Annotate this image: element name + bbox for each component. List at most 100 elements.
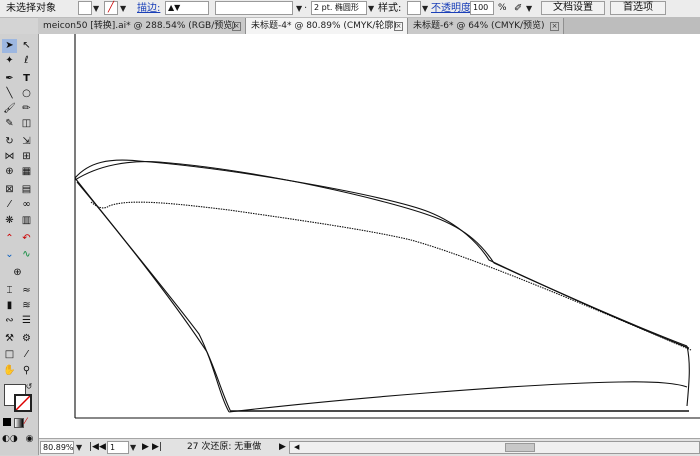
- ship-hull-outline: [74, 34, 700, 419]
- stern-line: [686, 345, 690, 407]
- eraser-tool-icon[interactable]: ◫: [19, 117, 34, 131]
- stroke-label[interactable]: 描边:: [137, 0, 160, 17]
- scissors-tool-icon[interactable]: ⚙: [19, 332, 34, 346]
- opacity-label[interactable]: 不透明度:: [431, 0, 474, 17]
- none-slash-icon: [16, 396, 30, 410]
- curvature-tool-icon[interactable]: ↶: [19, 232, 34, 246]
- line-tool-icon[interactable]: ╲: [2, 87, 17, 101]
- tab-untitled-6[interactable]: 未标题-6* @ 64% (CMYK/预览) ×: [408, 18, 564, 34]
- tab-label: 未标题-4* @ 80.89% (CMYK/轮廓): [251, 21, 397, 31]
- convert-anchor-tool-icon[interactable]: ⌄: [2, 248, 17, 262]
- pen-tool-icon[interactable]: ✒: [2, 72, 17, 86]
- style-dropdown-icon[interactable]: ▼: [422, 0, 428, 17]
- selection-tool-icon[interactable]: ➤: [2, 39, 17, 53]
- close-icon[interactable]: ×: [232, 22, 241, 31]
- first-artboard-icon[interactable]: |◀: [89, 439, 99, 456]
- column-graph-tool-icon[interactable]: ▥: [19, 214, 34, 228]
- drawing-mode-icon[interactable]: ◐◑: [2, 432, 18, 446]
- brush-field[interactable]: 2 pt. 椭圆形: [311, 1, 367, 15]
- brush-dropdown-icon[interactable]: ▼: [368, 0, 374, 17]
- lasso-tool-icon[interactable]: ℓ: [19, 54, 34, 68]
- status-bar: 80.89% ▼ |◀ ◀ 1 ▼ ▶ ▶| 27 次还原: 无重做 ▶ ◀: [39, 438, 700, 456]
- artboard-dropdown-icon[interactable]: ▼: [130, 439, 136, 456]
- direct-selection-tool-icon[interactable]: ↖: [19, 39, 34, 53]
- tab-untitled-4[interactable]: 未标题-4* @ 80.89% (CMYK/轮廓) ×: [246, 18, 408, 34]
- bow-outer-line: [74, 177, 230, 413]
- blend-tool-icon[interactable]: ∞: [19, 198, 34, 212]
- shape-builder-tool-icon[interactable]: ⊕: [2, 165, 17, 179]
- bar-graph-tool-icon[interactable]: ☰: [19, 314, 34, 328]
- opacity-percent: %: [498, 3, 507, 13]
- hand-tool-icon[interactable]: ✋: [2, 364, 17, 378]
- mesh-tool-icon[interactable]: ⊠: [2, 183, 17, 197]
- sheer-line: [90, 201, 692, 351]
- pencil-tool-icon[interactable]: ✏: [19, 102, 34, 116]
- none-mode-icon[interactable]: ⁄: [25, 417, 27, 427]
- paintbrush-tool-icon[interactable]: 🖌: [2, 102, 17, 116]
- slice-tool-icon[interactable]: ⚒: [2, 332, 17, 346]
- bow-inner-line: [76, 181, 232, 413]
- stroke-swatch-none-icon[interactable]: ╱: [104, 1, 118, 15]
- zoom-tool-icon[interactable]: ⚲: [19, 364, 34, 378]
- color-mode-icon[interactable]: [3, 418, 11, 426]
- fill-dropdown-icon[interactable]: ▼: [93, 0, 99, 17]
- opacity-field[interactable]: 100: [470, 1, 494, 15]
- horizontal-scrollbar[interactable]: ◀: [289, 441, 700, 454]
- artboard-number-field[interactable]: 1: [107, 441, 129, 454]
- style-swatch[interactable]: [407, 1, 421, 15]
- close-icon[interactable]: ×: [394, 22, 403, 31]
- tab-meicon50[interactable]: meicon50 [转换].ai* @ 288.54% (RGB/预览) ×: [38, 18, 246, 34]
- knife-tool-icon[interactable]: ⁄: [19, 348, 34, 362]
- gradient-tool-icon[interactable]: ▤: [19, 183, 34, 197]
- artboard-select-tool-icon[interactable]: □: [2, 348, 17, 362]
- symbol-sprayer-tool-icon[interactable]: ❋: [2, 214, 17, 228]
- stroke-color-swatch[interactable]: [14, 394, 32, 412]
- control-bar: 未选择对象 ▼ ╱ ▼ 描边: ▲▼ ▼ · 2 pt. 椭圆形 ▼ 样式: ▼…: [0, 0, 700, 18]
- width-tool-icon[interactable]: ⋈: [2, 150, 17, 164]
- stroke-weight-field[interactable]: ▲▼: [165, 1, 209, 15]
- screen-mode-icon[interactable]: ◉: [22, 432, 37, 446]
- stroke-dropdown-icon[interactable]: ▼: [120, 0, 126, 17]
- gradient-mode-icon[interactable]: [14, 418, 24, 428]
- fill-swatch[interactable]: [78, 1, 92, 15]
- anchor-point-tool-icon[interactable]: ⌃: [2, 232, 17, 246]
- stroke-weight-stepper-icon[interactable]: ▲▼: [168, 3, 180, 12]
- type-tool-icon[interactable]: T: [19, 72, 34, 86]
- next-artboard-icon[interactable]: ▶: [142, 439, 149, 456]
- tools-panel: ➤ ↖ ✦ ℓ ✒ T ╲ ○ 🖌 ✏ ✎ ◫ ↻ ⇲ ⋈ ⊞ ⊕ ▦ ⊠ ▤ …: [0, 34, 39, 455]
- last-artboard-icon[interactable]: ▶|: [152, 439, 162, 456]
- blob-brush-tool-icon[interactable]: ✎: [2, 117, 17, 131]
- top-deck-inner-line: [74, 161, 690, 349]
- perspective-grid-tool-icon[interactable]: ▦: [19, 165, 34, 179]
- recolor-dropdown-icon[interactable]: ▼: [526, 0, 532, 17]
- scale-tool-icon[interactable]: ⇲: [19, 135, 34, 149]
- preferences-button[interactable]: 首选项: [610, 1, 666, 15]
- close-icon[interactable]: ×: [550, 22, 559, 31]
- recolor-icon[interactable]: ✐: [514, 0, 522, 17]
- warp-tool-icon[interactable]: ≈: [19, 284, 34, 298]
- graph-tool-icon[interactable]: ▮: [2, 299, 17, 313]
- target-tool-icon[interactable]: ⊕: [10, 266, 25, 280]
- variable-width-field[interactable]: [215, 1, 293, 15]
- magic-wand-tool-icon[interactable]: ✦: [2, 54, 17, 68]
- ellipse-tool-icon[interactable]: ○: [19, 87, 34, 101]
- scrollbar-thumb[interactable]: [505, 443, 535, 452]
- smooth-tool-icon[interactable]: ∿: [19, 248, 34, 262]
- artboard-canvas[interactable]: [39, 34, 700, 438]
- zoom-dropdown-icon[interactable]: ▼: [76, 439, 82, 456]
- eyedropper-tool-icon[interactable]: ⁄: [2, 198, 17, 212]
- swap-colors-icon[interactable]: ↺: [24, 380, 34, 394]
- twirl-tool-icon[interactable]: ≋: [19, 299, 34, 313]
- tab-label: 未标题-6* @ 64% (CMYK/预览): [413, 21, 545, 31]
- document-setup-button[interactable]: 文档设置: [541, 1, 605, 15]
- brush-dot-icon: ·: [304, 3, 308, 14]
- status-menu-icon[interactable]: ▶: [279, 439, 286, 456]
- prev-artboard-icon[interactable]: ◀: [99, 439, 106, 456]
- free-transform-tool-icon[interactable]: ⊞: [19, 150, 34, 164]
- zoom-field[interactable]: 80.89%: [40, 441, 74, 454]
- scroll-left-icon[interactable]: ◀: [294, 442, 299, 453]
- rotate-tool-icon[interactable]: ↻: [2, 135, 17, 149]
- artboard-tool-icon[interactable]: ⌶: [2, 284, 17, 298]
- pucker-tool-icon[interactable]: ∾: [2, 314, 17, 328]
- variable-width-dropdown-icon[interactable]: ▼: [296, 0, 302, 17]
